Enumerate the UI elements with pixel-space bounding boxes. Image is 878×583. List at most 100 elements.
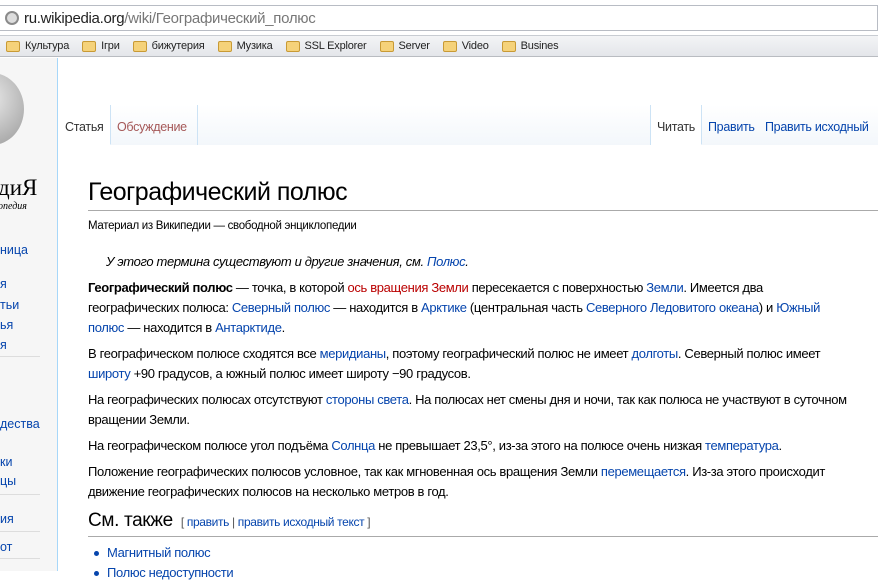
- tab-article[interactable]: Статья: [59, 105, 111, 145]
- sidebar-link[interactable]: ница: [0, 243, 28, 257]
- sidebar-divider: [0, 558, 40, 559]
- paragraph: В географическом полюсе сходятся все мер…: [88, 344, 878, 384]
- article-link[interactable]: Южный: [776, 300, 820, 315]
- text: . Из-за этого происходит: [685, 464, 826, 479]
- address-bar: ru.wikipedia.org/wiki/Географический_пол…: [0, 0, 878, 36]
- paragraph: Географический полюс — точка, в которой …: [88, 278, 878, 338]
- bookmark-item[interactable]: SSL Explorer: [285, 40, 367, 52]
- article-link[interactable]: перемещается: [601, 464, 686, 479]
- see-also-title: См. также: [88, 510, 173, 531]
- bookmark-label: Ігри: [101, 40, 120, 52]
- text: . Северный полюс имеет: [677, 346, 821, 361]
- sidebar-link[interactable]: ки: [0, 455, 12, 469]
- article-link[interactable]: Земли: [646, 280, 683, 295]
- text: (центральная часть: [466, 300, 586, 315]
- sidebar-divider: [0, 494, 40, 495]
- article-link[interactable]: меридианы: [320, 346, 386, 361]
- text: На географическом полюсе угол подъёма: [88, 438, 332, 453]
- paragraph: На географическом полюсе угол подъёма Со…: [88, 436, 878, 456]
- paragraph: Положение географических полюсов условно…: [88, 462, 878, 502]
- see-also-list: Магнитный полюс Полюс недоступности: [94, 543, 878, 583]
- article-content: Географический полюс Материал из Википед…: [88, 176, 878, 583]
- logo-subtitle: опедия: [0, 201, 27, 212]
- article-link[interactable]: Арктике: [421, 300, 467, 315]
- bookmark-item[interactable]: Server: [379, 40, 430, 52]
- sidebar-link[interactable]: от: [0, 540, 12, 554]
- text: +90 градусов, а южный полюс имеет широту…: [130, 366, 471, 381]
- article-body: Географический полюс — точка, в которой …: [88, 278, 878, 502]
- edit-source-link[interactable]: править исходный текст: [238, 515, 365, 529]
- article-link[interactable]: Солнца: [331, 438, 375, 453]
- text: Положение географических полюсов условно…: [88, 464, 601, 479]
- text: ) и: [758, 300, 777, 315]
- tab-edit-source[interactable]: Править исходный: [759, 105, 878, 145]
- see-also-link[interactable]: Полюс недоступности: [107, 565, 234, 580]
- page-title: Географический полюс: [88, 176, 878, 211]
- sidebar-link[interactable]: я: [0, 277, 7, 291]
- wikipedia-logo-icon[interactable]: [0, 73, 24, 145]
- text: . На полюсах нет смены дня и ночи, так к…: [408, 392, 847, 407]
- bookmark-label: SSL Explorer: [304, 40, 367, 52]
- bookmark-label: бижутерия: [151, 40, 205, 52]
- sidebar-divider: [0, 531, 40, 532]
- article-link[interactable]: широту: [88, 366, 131, 381]
- text: географических полюса:: [88, 300, 232, 315]
- list-item: Магнитный полюс: [94, 543, 878, 563]
- text: .: [778, 438, 783, 453]
- page-tabs: Статья Обсуждение Читать Править Править исх…: [59, 105, 878, 145]
- bookmark-item[interactable]: Busines: [501, 40, 559, 52]
- article-link[interactable]: Полюс: [427, 254, 466, 269]
- bookmarks-bar: Культура Ігри бижутерия Музика SSL Explorer S…: [0, 36, 878, 57]
- text: На географических полюсах отсутствуют: [88, 392, 326, 407]
- bookmark-label: Busines: [520, 40, 559, 52]
- tab-filler: [198, 105, 651, 145]
- edit-link[interactable]: править: [187, 515, 230, 529]
- bookmark-item[interactable]: бижутерия: [132, 40, 205, 52]
- url-field[interactable]: ru.wikipedia.org/wiki/Географический_пол…: [0, 5, 878, 31]
- text: — точка, в которой: [232, 280, 348, 295]
- folder-icon: [379, 40, 394, 52]
- missing-article-link[interactable]: ось вращения Земли: [348, 280, 469, 295]
- bookmark-item[interactable]: Культура: [6, 40, 69, 52]
- sidebar-link[interactable]: цы: [0, 474, 16, 488]
- bookmark-label: Музика: [236, 40, 273, 52]
- text: — находится в: [124, 320, 216, 335]
- article-link[interactable]: долготы: [632, 346, 679, 361]
- bookmark-item[interactable]: Ігри: [82, 40, 120, 52]
- sidebar-link[interactable]: ия: [0, 512, 14, 526]
- text: движение географических полюсов на неско…: [88, 484, 449, 499]
- folder-icon: [285, 40, 300, 52]
- article-link[interactable]: температура: [705, 438, 779, 453]
- article-link[interactable]: Северного Ледовитого океана: [586, 300, 759, 315]
- folder-icon: [217, 40, 232, 52]
- text: не превышает 23,5°, из-за этого на полюс…: [375, 438, 706, 453]
- sidebar-link[interactable]: тьи: [0, 298, 19, 312]
- text: .: [465, 254, 469, 269]
- folder-icon: [6, 40, 20, 52]
- article-link[interactable]: Антарктиде: [215, 320, 282, 335]
- article-link[interactable]: стороны света: [326, 392, 409, 407]
- folder-icon: [132, 40, 147, 52]
- text: .: [281, 320, 286, 335]
- folder-icon: [501, 40, 516, 52]
- bookmark-item[interactable]: Музика: [217, 40, 273, 52]
- sidebar-link[interactable]: я: [0, 338, 7, 352]
- text: . Имеется два: [683, 280, 763, 295]
- url-host: ru.wikipedia.org: [24, 9, 125, 27]
- sidebar-link[interactable]: ья: [0, 318, 13, 332]
- see-also-link[interactable]: Магнитный полюс: [107, 545, 211, 560]
- paragraph: На географических полюсах отсутствуют ст…: [88, 390, 878, 430]
- bold-term: Географический полюс: [88, 280, 233, 295]
- bookmark-item[interactable]: Video: [442, 40, 489, 52]
- article-link[interactable]: полюс: [88, 320, 124, 335]
- tab-read[interactable]: Читать: [651, 105, 703, 145]
- tab-talk[interactable]: Обсуждение: [111, 105, 198, 145]
- tab-edit[interactable]: Править: [702, 105, 762, 145]
- bookmark-label: Video: [461, 40, 489, 52]
- list-item: Полюс недоступности: [94, 563, 878, 583]
- page-subtitle: Материал из Википедии — свободной энцикл…: [88, 220, 357, 232]
- article-link[interactable]: Северный полюс: [232, 300, 331, 315]
- sidebar-link[interactable]: дества: [0, 417, 40, 431]
- folder-icon: [442, 40, 457, 52]
- sidebar-divider: [0, 356, 40, 357]
